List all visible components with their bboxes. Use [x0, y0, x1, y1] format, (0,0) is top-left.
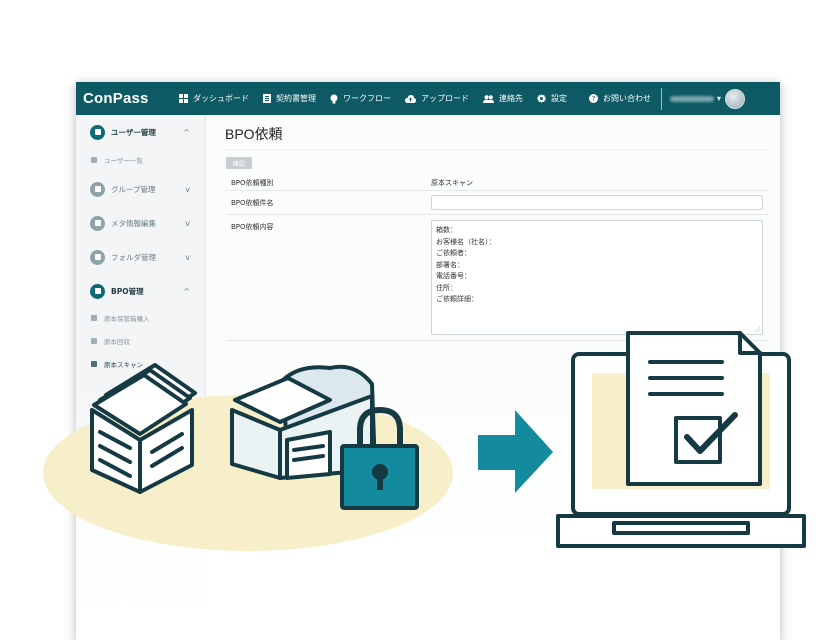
sidebar-section-label: フォルダ管理	[111, 252, 156, 262]
sidebar-item-box-purchase[interactable]: 原本保管箱購入	[76, 310, 206, 326]
nav-contacts[interactable]: 連絡先	[483, 93, 523, 104]
sidebar-item-label: 原本保管箱購入	[104, 315, 150, 323]
sidebar: ユーザー管理 ^ ユーザー一覧 グループ管理 v メタ情報編集 v フォルダ管理…	[76, 115, 206, 640]
gear-icon	[537, 94, 546, 103]
textarea-line: 電話番号：	[436, 272, 471, 280]
avatar[interactable]	[725, 88, 746, 109]
nav-label: 連絡先	[499, 94, 523, 103]
sidebar-item-label: ユーザー一覧	[104, 157, 143, 165]
textarea-line: お客様名（社名）：	[436, 237, 496, 246]
form-row-type: BPO依頼種別 原本スキャン	[226, 173, 768, 191]
main-nav: ダッシュボード 契約書管理 ワークフロー アップロード 連絡先 設定	[179, 93, 581, 104]
sidebar-section-label: グループ管理	[111, 184, 156, 194]
svg-text:?: ?	[592, 95, 596, 103]
sidebar-section-label: メタ情報編集	[111, 218, 156, 228]
section-icon	[90, 249, 105, 265]
top-navbar: ConPass ダッシュボード 契約書管理 ワークフロー アップロード 連絡先	[76, 82, 780, 115]
nav-label: ワークフロー	[343, 94, 391, 103]
nav-dashboard[interactable]: ダッシュボード	[179, 93, 249, 104]
user-menu[interactable]: ▾	[670, 88, 746, 109]
sidebar-section-label: ユーザー管理	[111, 127, 156, 137]
form-row-name: BPO依頼件名	[226, 191, 768, 215]
textarea-line: ご依頼詳細：	[436, 295, 478, 303]
nav-label: 契約書管理	[276, 94, 316, 103]
nav-contracts[interactable]: 契約書管理	[263, 93, 316, 104]
chevron-down-icon: v	[185, 252, 190, 262]
app-screenshot: ConPass ダッシュボード 契約書管理 ワークフロー アップロード 連絡先	[76, 82, 780, 640]
document-icon	[263, 94, 271, 103]
sidebar-item-label: 原本回収	[104, 338, 130, 346]
user-caret-icon: ▾	[717, 94, 722, 103]
textarea-line: 部署名：	[436, 260, 464, 269]
main-content: BPO依頼 確認 BPO依頼種別 原本スキャン BPO依頼件名 BPO依頼内容 …	[207, 115, 780, 640]
section-icon	[90, 283, 105, 299]
chevron-up-icon: ^	[183, 286, 190, 296]
confirm-button[interactable]: 確認	[226, 157, 252, 169]
field-value: 原本スキャン	[431, 179, 473, 187]
nav-label: ダッシュボード	[193, 94, 249, 103]
list-icon	[91, 315, 97, 321]
textarea-line: 箱数：	[436, 226, 457, 234]
field-label: BPO依頼内容	[231, 223, 274, 231]
nav-label: お問い合わせ	[603, 94, 651, 103]
nav-label: アップロード	[421, 94, 469, 103]
section-icon	[90, 215, 105, 231]
chevron-up-icon: ^	[183, 127, 190, 137]
field-label: BPO依頼件名	[231, 199, 274, 207]
nav-upload[interactable]: アップロード	[405, 93, 469, 104]
textarea-line: ご依頼者：	[436, 249, 471, 257]
nav-label: 設定	[551, 94, 567, 103]
bpo-content-textarea[interactable]: 箱数： お客様名（社名）： ご依頼者： 部署名： 電話番号： 住所： ご依頼詳細…	[431, 220, 763, 335]
sidebar-section-bpo-management[interactable]: BPO管理 ^	[76, 279, 206, 303]
nav-workflow[interactable]: ワークフロー	[330, 93, 391, 104]
sidebar-section-label: BPO管理	[111, 286, 144, 296]
sidebar-item-original-collection[interactable]: 原本回収	[76, 333, 206, 349]
sidebar-section-folder-management[interactable]: フォルダ管理 v	[76, 245, 206, 269]
nav-settings[interactable]: 設定	[537, 93, 567, 104]
sidebar-item-original-scan[interactable]: 原本スキャン	[76, 356, 206, 372]
cloud-upload-icon	[405, 94, 416, 103]
section-icon	[90, 124, 105, 140]
people-icon	[483, 94, 494, 103]
textarea-line: 住所：	[436, 283, 457, 292]
sidebar-section-meta-edit[interactable]: メタ情報編集 v	[76, 211, 206, 235]
sidebar-item-label: 原本スキャン	[104, 361, 143, 369]
lightbulb-icon	[330, 94, 338, 103]
sidebar-section-user-management[interactable]: ユーザー管理 ^	[76, 120, 206, 144]
user-name-blurred	[670, 95, 714, 102]
dashboard-icon	[179, 94, 188, 103]
app-logo[interactable]: ConPass	[83, 90, 179, 107]
chevron-down-icon: v	[185, 184, 190, 194]
sidebar-item-user-list[interactable]: ユーザー一覧	[76, 152, 206, 168]
divider	[225, 149, 767, 150]
list-icon	[91, 361, 97, 367]
section-icon	[90, 181, 105, 197]
sidebar-section-group-management[interactable]: グループ管理 v	[76, 177, 206, 201]
list-icon	[91, 157, 97, 163]
nav-divider	[661, 87, 662, 110]
page-title: BPO依頼	[225, 126, 283, 142]
form-row-content: BPO依頼内容 箱数： お客様名（社名）： ご依頼者： 部署名： 電話番号： 住…	[226, 215, 768, 341]
bpo-subject-input[interactable]	[431, 195, 763, 210]
chevron-down-icon: v	[185, 218, 190, 228]
nav-contact[interactable]: ? お問い合わせ	[589, 93, 651, 104]
field-label: BPO依頼種別	[231, 179, 274, 187]
resize-handle[interactable]	[754, 326, 760, 332]
question-icon: ?	[589, 94, 598, 103]
list-icon	[91, 338, 97, 344]
